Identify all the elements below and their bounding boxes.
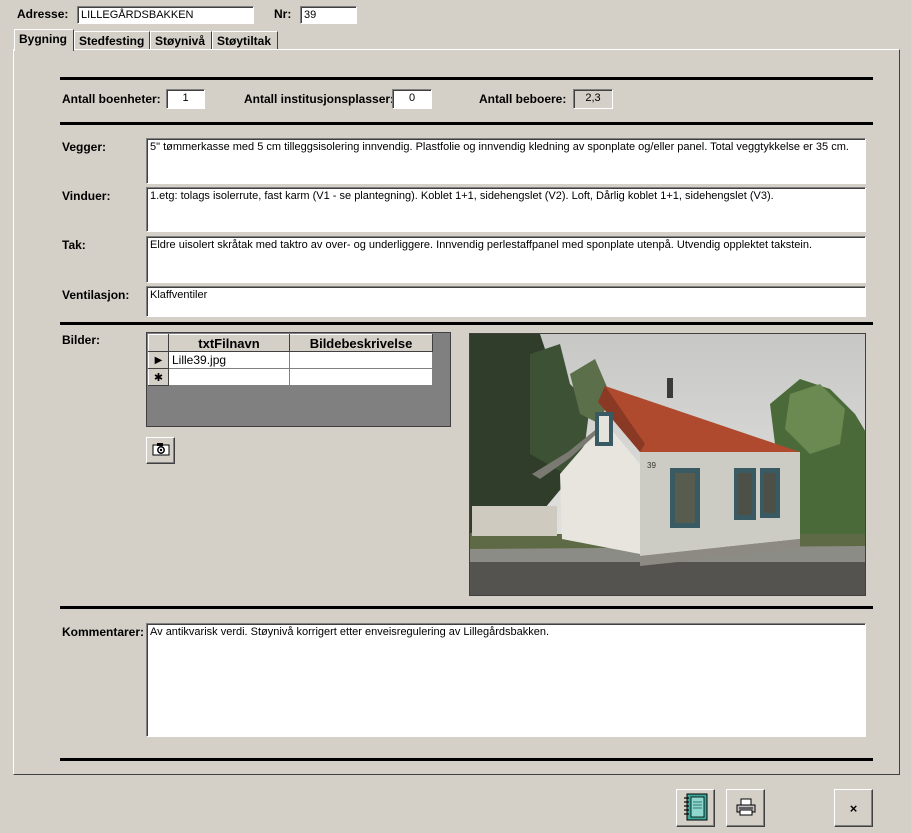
divider <box>60 122 873 125</box>
ventilasjon-field[interactable]: Klaffventiler <box>146 286 866 317</box>
institusjon-label: Antall institusjonsplasser: <box>244 92 395 106</box>
beboere-label: Antall beboere: <box>479 92 567 106</box>
notebook-icon <box>683 793 709 824</box>
vinduer-field[interactable]: 1.etg: tolags isolerrute, fast karm (V1 … <box>146 187 866 232</box>
row-selector-header <box>148 334 169 352</box>
ventilasjon-label: Ventilasjon: <box>62 288 130 302</box>
print-button[interactable] <box>726 789 765 827</box>
close-button[interactable]: × <box>834 789 873 827</box>
notebook-button[interactable] <box>676 789 715 827</box>
row-selector-current-icon[interactable]: ▶ <box>148 351 169 369</box>
house-number-sign: 39 <box>647 461 656 470</box>
bilder-label: Bilder: <box>62 333 101 347</box>
beskrivelse-cell[interactable] <box>289 368 433 386</box>
table-row-new[interactable]: ✱ <box>148 368 433 386</box>
adresse-label: Adresse: <box>17 7 69 21</box>
kommentarer-field[interactable]: Av antikvarisk verdi. Støynivå korrigert… <box>146 623 866 737</box>
tab-stoytiltak[interactable]: Støytiltak <box>212 31 278 50</box>
beskrivelse-cell[interactable] <box>289 351 433 369</box>
kommentarer-label: Kommentarer: <box>62 625 145 639</box>
tab-stoynivaa[interactable]: Støynivå <box>150 31 212 50</box>
printer-icon <box>736 798 756 819</box>
tab-bygning[interactable]: Bygning <box>14 29 74 51</box>
vegger-label: Vegger: <box>62 140 107 154</box>
divider <box>60 606 873 609</box>
table-row[interactable]: ▶ Lille39.jpg <box>148 351 433 369</box>
camera-button[interactable] <box>146 437 175 464</box>
institusjon-field[interactable]: 0 <box>392 89 432 109</box>
boenheter-label: Antall boenheter: <box>62 92 161 106</box>
boenheter-field[interactable]: 1 <box>166 89 205 109</box>
divider <box>60 322 873 325</box>
column-header-beskrivelse[interactable]: Bildebeskrivelse <box>289 334 433 352</box>
divider <box>60 77 873 80</box>
column-header-filnavn[interactable]: txtFilnavn <box>168 334 290 352</box>
image-datasheet[interactable]: txtFilnavn Bildebeskrivelse ▶ Lille39.jp… <box>146 332 451 427</box>
vegger-field[interactable]: 5" tømmerkasse med 5 cm tilleggsisolerin… <box>146 138 866 184</box>
tak-field[interactable]: Eldre uisolert skråtak med taktro av ove… <box>146 236 866 283</box>
tak-label: Tak: <box>62 238 86 252</box>
divider <box>60 758 873 761</box>
tab-stedfesting[interactable]: Stedfesting <box>74 31 150 50</box>
beboere-field: 2,3 <box>573 89 613 109</box>
filnavn-cell[interactable] <box>168 368 290 386</box>
house-photo: 39 <box>469 333 866 596</box>
nr-field[interactable]: 39 <box>300 6 357 24</box>
camera-icon <box>152 442 170 459</box>
nr-label: Nr: <box>274 7 292 21</box>
vinduer-label: Vinduer: <box>62 189 111 203</box>
adresse-field[interactable]: LILLEGÅRDSBAKKEN <box>77 6 254 24</box>
row-selector-new-icon[interactable]: ✱ <box>148 368 169 386</box>
filnavn-cell[interactable]: Lille39.jpg <box>168 351 290 369</box>
